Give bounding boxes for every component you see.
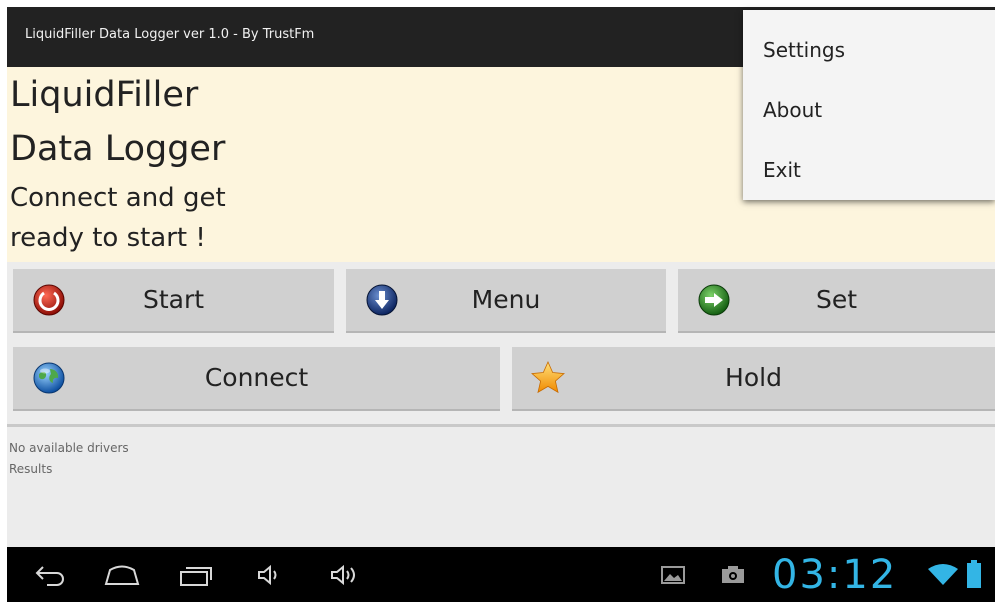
driver-status-text: No available drivers [9,441,129,455]
wifi-icon [928,564,958,585]
screenshot-icon [722,566,744,583]
volume-up-icon[interactable] [329,564,361,586]
menu-item-about[interactable]: About [763,98,822,122]
status-clock: 03:12 [772,552,898,598]
volume-down-icon[interactable] [256,564,282,586]
start-button[interactable]: Start [13,269,334,333]
battery-icon [967,560,981,588]
gallery-icon [661,566,685,584]
overflow-menu: Settings About Exit [743,10,995,200]
header-title-line2: Data Logger [10,129,226,169]
header-status-line1: Connect and get [10,183,226,213]
menu-button[interactable]: Menu [346,269,666,333]
recent-apps-icon[interactable] [178,562,214,588]
system-navigation-bar: 03:12 [7,547,995,602]
menu-item-settings[interactable]: Settings [763,38,845,62]
set-button[interactable]: Set [678,269,995,333]
app-title: LiquidFiller Data Logger ver 1.0 - By Tr… [25,27,315,42]
results-text: Results [9,462,53,476]
divider [7,424,995,427]
hold-label: Hold [725,363,782,392]
connect-button[interactable]: Connect [13,347,500,411]
back-icon[interactable] [33,563,67,587]
menu-item-exit[interactable]: Exit [763,158,801,182]
set-label: Set [815,285,858,314]
menu-label: Menu [471,285,541,314]
header-status-line2: ready to start ! [10,223,206,253]
home-icon[interactable] [102,562,142,588]
start-label: Start [142,285,205,314]
header-title-line1: LiquidFiller [10,75,199,115]
connect-label: Connect [204,363,309,392]
hold-button[interactable]: Hold [512,347,995,411]
